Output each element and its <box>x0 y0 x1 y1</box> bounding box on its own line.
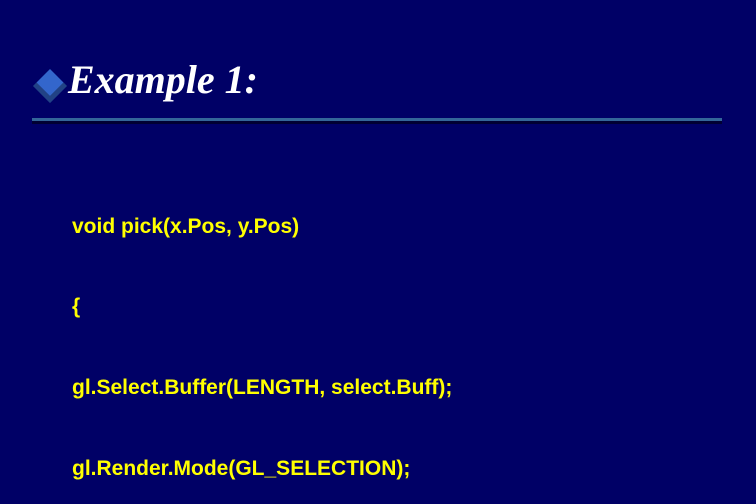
code-line: void pick(x.Pos, y.Pos) <box>72 214 506 241</box>
code-block: void pick(x.Pos, y.Pos) { gl.Select.Buff… <box>72 160 506 504</box>
underline-shadow <box>32 121 722 124</box>
code-line: { <box>72 294 506 321</box>
code-line: gl.Render.Mode(GL_SELECTION); <box>72 456 506 483</box>
diamond-bullet-icon <box>33 69 67 103</box>
code-line: gl.Select.Buffer(LENGTH, select.Buff); <box>72 375 506 402</box>
slide: Example 1: void pick(x.Pos, y.Pos) { gl.… <box>0 0 756 504</box>
title-underline <box>32 118 722 124</box>
slide-title: Example 1: <box>68 56 258 103</box>
title-row: Example 1: <box>38 56 756 124</box>
